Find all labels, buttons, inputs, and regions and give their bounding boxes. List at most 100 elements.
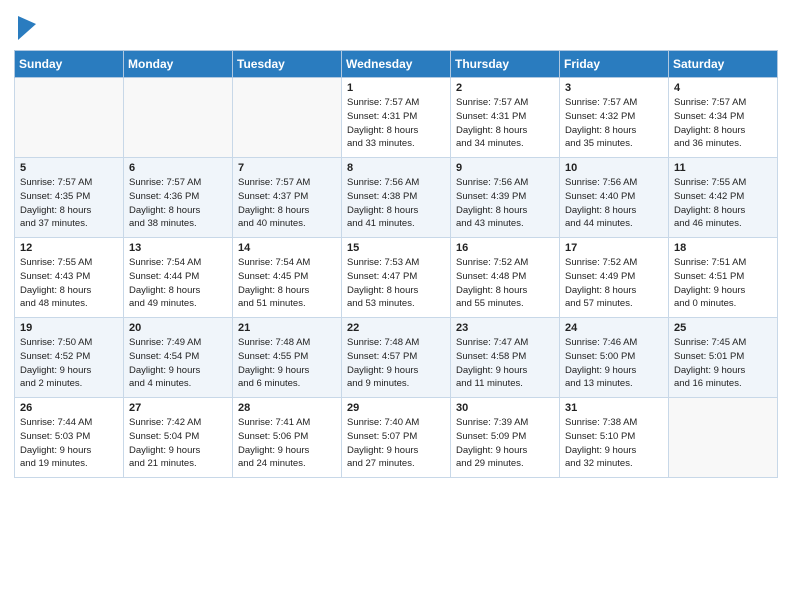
day-cell: 7 Sunrise: 7:57 AM Sunset: 4:37 PM Daylig… (233, 158, 342, 238)
day-number: 17 (565, 242, 664, 254)
header (14, 10, 778, 42)
day-info: Sunrise: 7:57 AM Sunset: 4:36 PM Dayligh… (129, 176, 228, 231)
logo-icon (16, 14, 38, 42)
day-number: 14 (238, 242, 337, 254)
day-cell: 25 Sunrise: 7:45 AM Sunset: 5:01 PM Dayli… (669, 318, 778, 398)
day-number: 10 (565, 162, 664, 174)
day-cell: 2 Sunrise: 7:57 AM Sunset: 4:31 PM Daylig… (451, 78, 560, 158)
day-number: 31 (565, 402, 664, 414)
day-cell: 3Sunrise: 7:57 AM Sunset: 4:32 PM Daylig… (560, 78, 669, 158)
day-info: Sunrise: 7:38 AM Sunset: 5:10 PM Dayligh… (565, 416, 664, 471)
day-number: 23 (456, 322, 555, 334)
week-row-5: 26 Sunrise: 7:44 AM Sunset: 5:03 PM Dayli… (15, 398, 778, 478)
day-cell: 28 Sunrise: 7:41 AM Sunset: 5:06 PM Dayli… (233, 398, 342, 478)
weekday-header-friday: Friday (560, 51, 669, 78)
day-number: 24 (565, 322, 664, 334)
day-info: Sunrise: 7:39 AM Sunset: 5:09 PM Dayligh… (456, 416, 555, 471)
week-row-4: 19 Sunrise: 7:50 AM Sunset: 4:52 PM Dayli… (15, 318, 778, 398)
day-cell: 10 Sunrise: 7:56 AM Sunset: 4:40 PM Dayli… (560, 158, 669, 238)
weekday-header-row: SundayMondayTuesdayWednesdayThursdayFrid… (15, 51, 778, 78)
day-cell: 27 Sunrise: 7:42 AM Sunset: 5:04 PM Dayli… (124, 398, 233, 478)
weekday-header-tuesday: Tuesday (233, 51, 342, 78)
day-number: 13 (129, 242, 228, 254)
day-cell: 22 Sunrise: 7:48 AM Sunset: 4:57 PM Dayli… (342, 318, 451, 398)
day-info: Sunrise: 7:47 AM Sunset: 4:58 PM Dayligh… (456, 336, 555, 391)
day-info: Sunrise: 7:44 AM Sunset: 5:03 PM Dayligh… (20, 416, 119, 471)
day-number: 26 (20, 402, 119, 414)
day-number: 2 (456, 82, 555, 94)
day-cell: 1Sunrise: 7:57 AM Sunset: 4:31 PM Daylig… (342, 78, 451, 158)
day-info: Sunrise: 7:55 AM Sunset: 4:42 PM Dayligh… (674, 176, 773, 231)
day-cell: 17 Sunrise: 7:52 AM Sunset: 4:49 PM Dayli… (560, 238, 669, 318)
day-info: Sunrise: 7:52 AM Sunset: 4:49 PM Dayligh… (565, 256, 664, 311)
day-number: 9 (456, 162, 555, 174)
weekday-header-saturday: Saturday (669, 51, 778, 78)
day-info: Sunrise: 7:46 AM Sunset: 5:00 PM Dayligh… (565, 336, 664, 391)
day-info: Sunrise: 7:57 AM Sunset: 4:32 PM Dayligh… (565, 96, 664, 151)
day-info: Sunrise: 7:50 AM Sunset: 4:52 PM Dayligh… (20, 336, 119, 391)
day-cell: 5 Sunrise: 7:57 AM Sunset: 4:35 PM Daylig… (15, 158, 124, 238)
day-cell: 26 Sunrise: 7:44 AM Sunset: 5:03 PM Dayli… (15, 398, 124, 478)
day-number: 11 (674, 162, 773, 174)
day-number: 4 (674, 82, 773, 94)
weekday-header-thursday: Thursday (451, 51, 560, 78)
day-number: 22 (347, 322, 446, 334)
day-info: Sunrise: 7:56 AM Sunset: 4:39 PM Dayligh… (456, 176, 555, 231)
day-cell (233, 78, 342, 158)
day-number: 21 (238, 322, 337, 334)
day-number: 5 (20, 162, 119, 174)
day-cell: 19 Sunrise: 7:50 AM Sunset: 4:52 PM Dayli… (15, 318, 124, 398)
day-number: 12 (20, 242, 119, 254)
day-cell: 29 Sunrise: 7:40 AM Sunset: 5:07 PM Dayli… (342, 398, 451, 478)
weekday-header-monday: Monday (124, 51, 233, 78)
day-cell: 23 Sunrise: 7:47 AM Sunset: 4:58 PM Dayli… (451, 318, 560, 398)
day-number: 19 (20, 322, 119, 334)
calendar-page: SundayMondayTuesdayWednesdayThursdayFrid… (0, 0, 792, 612)
day-number: 25 (674, 322, 773, 334)
day-cell: 18Sunrise: 7:51 AM Sunset: 4:51 PM Dayli… (669, 238, 778, 318)
day-cell: 16Sunrise: 7:52 AM Sunset: 4:48 PM Dayli… (451, 238, 560, 318)
day-cell: 8 Sunrise: 7:56 AM Sunset: 4:38 PM Daylig… (342, 158, 451, 238)
weekday-header-wednesday: Wednesday (342, 51, 451, 78)
day-number: 29 (347, 402, 446, 414)
day-cell: 13 Sunrise: 7:54 AM Sunset: 4:44 PM Dayli… (124, 238, 233, 318)
day-number: 28 (238, 402, 337, 414)
day-info: Sunrise: 7:54 AM Sunset: 4:45 PM Dayligh… (238, 256, 337, 311)
day-number: 1 (347, 82, 446, 94)
day-cell: 24 Sunrise: 7:46 AM Sunset: 5:00 PM Dayli… (560, 318, 669, 398)
day-cell: 31 Sunrise: 7:38 AM Sunset: 5:10 PM Dayli… (560, 398, 669, 478)
day-number: 30 (456, 402, 555, 414)
day-number: 15 (347, 242, 446, 254)
day-cell (124, 78, 233, 158)
day-info: Sunrise: 7:41 AM Sunset: 5:06 PM Dayligh… (238, 416, 337, 471)
day-info: Sunrise: 7:45 AM Sunset: 5:01 PM Dayligh… (674, 336, 773, 391)
day-cell: 21 Sunrise: 7:48 AM Sunset: 4:55 PM Dayli… (233, 318, 342, 398)
day-info: Sunrise: 7:51 AM Sunset: 4:51 PM Dayligh… (674, 256, 773, 311)
day-info: Sunrise: 7:48 AM Sunset: 4:57 PM Dayligh… (347, 336, 446, 391)
day-info: Sunrise: 7:57 AM Sunset: 4:31 PM Dayligh… (456, 96, 555, 151)
day-info: Sunrise: 7:52 AM Sunset: 4:48 PM Dayligh… (456, 256, 555, 311)
day-number: 8 (347, 162, 446, 174)
day-number: 7 (238, 162, 337, 174)
day-info: Sunrise: 7:57 AM Sunset: 4:34 PM Dayligh… (674, 96, 773, 151)
day-info: Sunrise: 7:56 AM Sunset: 4:38 PM Dayligh… (347, 176, 446, 231)
day-number: 20 (129, 322, 228, 334)
day-cell: 11 Sunrise: 7:55 AM Sunset: 4:42 PM Dayli… (669, 158, 778, 238)
day-cell: 14 Sunrise: 7:54 AM Sunset: 4:45 PM Dayli… (233, 238, 342, 318)
day-info: Sunrise: 7:48 AM Sunset: 4:55 PM Dayligh… (238, 336, 337, 391)
weekday-header-sunday: Sunday (15, 51, 124, 78)
day-info: Sunrise: 7:55 AM Sunset: 4:43 PM Dayligh… (20, 256, 119, 311)
day-info: Sunrise: 7:42 AM Sunset: 5:04 PM Dayligh… (129, 416, 228, 471)
day-info: Sunrise: 7:56 AM Sunset: 4:40 PM Dayligh… (565, 176, 664, 231)
day-info: Sunrise: 7:54 AM Sunset: 4:44 PM Dayligh… (129, 256, 228, 311)
day-cell: 6 Sunrise: 7:57 AM Sunset: 4:36 PM Daylig… (124, 158, 233, 238)
week-row-3: 12 Sunrise: 7:55 AM Sunset: 4:43 PM Dayli… (15, 238, 778, 318)
week-row-2: 5 Sunrise: 7:57 AM Sunset: 4:35 PM Daylig… (15, 158, 778, 238)
day-number: 27 (129, 402, 228, 414)
day-info: Sunrise: 7:40 AM Sunset: 5:07 PM Dayligh… (347, 416, 446, 471)
week-row-1: 1 Sunrise: 7:57 AM Sunset: 4:31 PM Daylig… (15, 78, 778, 158)
day-info: Sunrise: 7:57 AM Sunset: 4:37 PM Dayligh… (238, 176, 337, 231)
day-info: Sunrise: 7:57 AM Sunset: 4:35 PM Dayligh… (20, 176, 119, 231)
day-info: Sunrise: 7:49 AM Sunset: 4:54 PM Dayligh… (129, 336, 228, 391)
day-number: 6 (129, 162, 228, 174)
